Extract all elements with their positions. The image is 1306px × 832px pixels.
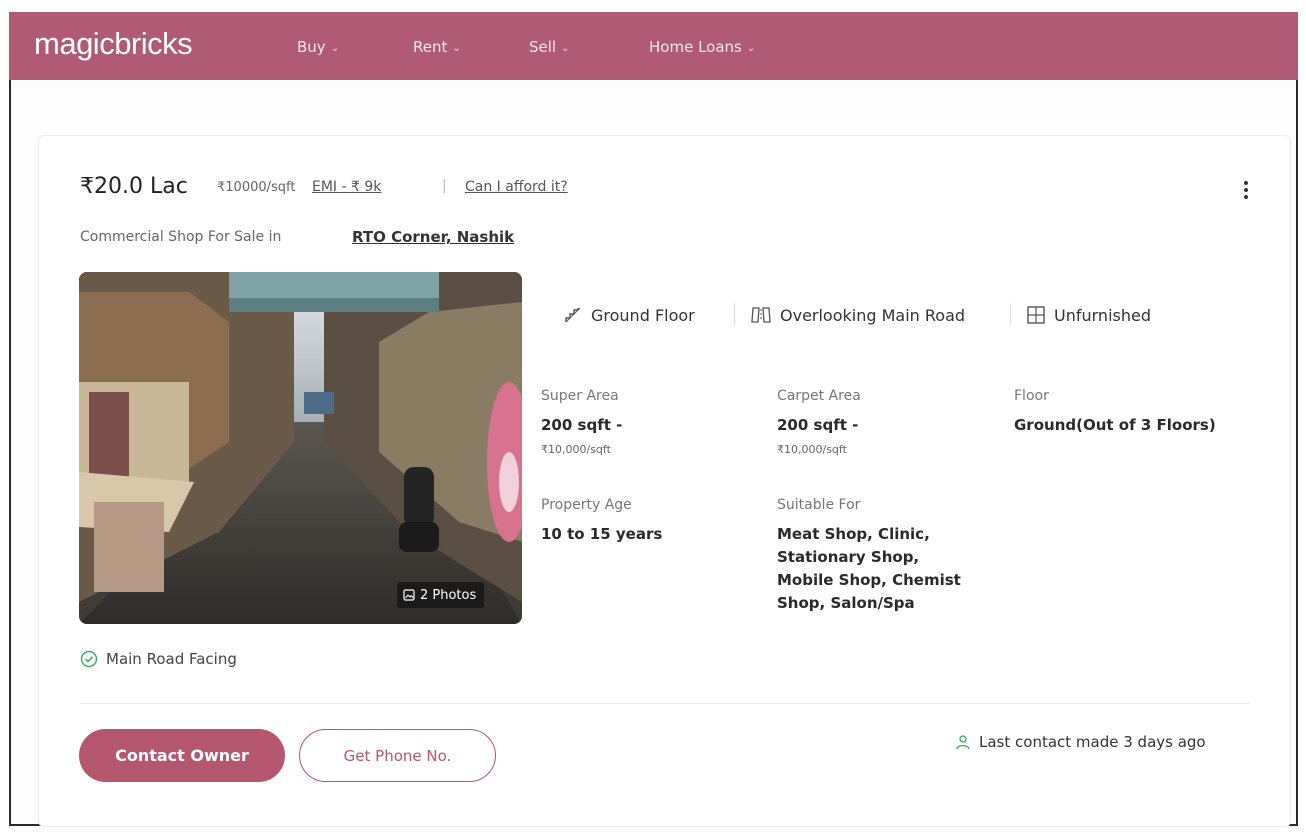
property-age-value: 10 to 15 years [541,525,663,543]
chevron-down-icon: ⌄ [330,43,340,54]
nav-buy[interactable]: Buy ⌄ [297,38,339,56]
feature-ground-floor: Ground Floor [563,305,695,325]
floor-value: Ground(Out of 3 Floors) [1014,416,1216,434]
super-area-label: Super Area [541,388,619,404]
floor-label: Floor [1014,388,1049,404]
suitable-for-line: Mobile Shop, Chemist [777,571,961,589]
super-area-value: 200 sqft - [541,416,623,434]
nav-home-loans-label: Home Loans [649,38,742,56]
photos-count-label: 2 Photos [420,587,477,603]
nav-rent-label: Rent [413,38,448,56]
carpet-area-value: 200 sqft - [777,416,859,434]
afford-link[interactable]: Can I afford it? [465,179,568,195]
gallery-icon [403,589,415,601]
stairs-icon [565,307,581,323]
emi-link[interactable]: EMI - ₹ 9k [312,179,381,195]
magicbricks-logo[interactable]: magicbricks [34,26,193,62]
carpet-area-rate: ₹10,000/sqft [777,443,847,456]
road-view-icon [751,307,771,323]
feature-overlooking: Overlooking Main Road [750,305,965,325]
property-photo[interactable] [79,272,522,624]
feature-label: Unfurnished [1054,305,1151,325]
feature-divider [734,303,735,325]
suitable-for-line: Stationary Shop, [777,548,920,566]
user-icon [956,735,970,750]
photos-count-badge[interactable]: 2 Photos [397,582,485,608]
suitable-for-label: Suitable For [777,497,861,513]
chevron-down-icon: ⌄ [746,43,756,54]
price-per-sqft: ₹10000/sqft [217,180,296,195]
feature-divider [1010,303,1011,325]
card-divider [80,703,1250,704]
super-area-rate: ₹10,000/sqft [541,443,611,456]
feature-unfurnished: Unfurnished [1026,305,1151,325]
listing-type: Commercial Shop For Sale in [80,229,282,245]
separator: | [442,178,447,194]
nav-sell[interactable]: Sell ⌄ [529,38,569,56]
chevron-down-icon: ⌄ [452,43,461,54]
listing-price: ₹20.0 Lac [80,174,188,199]
nav-sell-label: Sell [529,38,557,56]
get-phone-button[interactable]: Get Phone No. [299,729,496,782]
contact-owner-button[interactable]: Contact Owner [79,729,285,782]
listing-location-link[interactable]: RTO Corner, Nashik [352,228,514,246]
feature-label: Ground Floor [591,305,695,325]
feature-label: Overlooking Main Road [780,305,966,325]
carpet-area-label: Carpet Area [777,388,861,404]
suitable-for-line: Meat Shop, Clinic, [777,525,930,543]
last-contact-info: Last contact made 3 days ago [955,733,1206,751]
cabinet-icon [1027,306,1045,324]
nav-rent[interactable]: Rent ⌄ [413,38,461,56]
check-circle-icon [80,650,98,668]
nav-buy-label: Buy [297,38,326,56]
suitable-for-line: Shop, Salon/Spa [777,594,915,612]
street-photo-illustration [79,272,522,624]
more-options-icon[interactable] [1236,178,1256,204]
property-age-label: Property Age [541,497,632,513]
chevron-down-icon: ⌄ [561,43,570,54]
last-contact-text: Last contact made 3 days ago [979,733,1206,751]
top-nav-bar: magicbricks Buy ⌄ Rent ⌄ Sell ⌄ Home Loans ⌄ [9,12,1298,80]
nav-home-loans[interactable]: Home Loans ⌄ [649,38,755,56]
main-road-facing-tag: Main Road Facing [80,650,237,668]
highlight-label: Main Road Facing [106,650,237,668]
